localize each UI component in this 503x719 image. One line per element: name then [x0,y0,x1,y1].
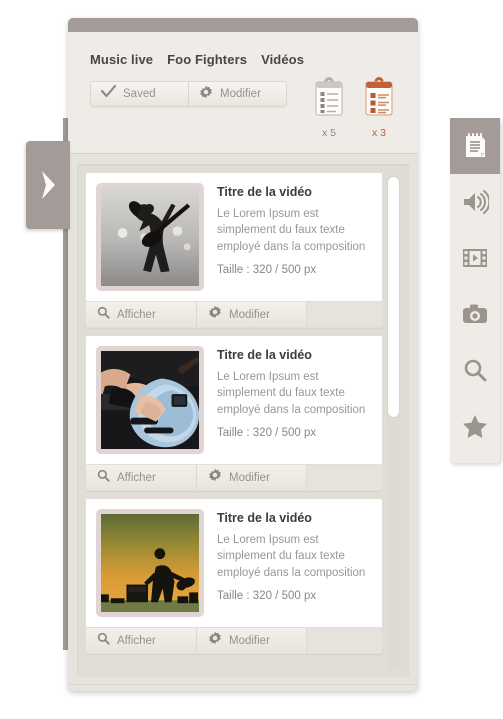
view-button[interactable]: Afficher [86,628,196,653]
chevron-right-icon [37,168,59,202]
video-thumbnail[interactable] [96,183,204,291]
list-item[interactable]: Titre de la vidéo Le Lorem Ipsum est sim… [85,172,383,328]
search-icon [97,632,110,650]
list-item[interactable]: Titre de la vidéo Le Lorem Ipsum est sim… [85,498,383,654]
video-meta: Titre de la vidéo Le Lorem Ipsum est sim… [217,346,372,454]
gear-icon [208,631,222,650]
actions-filler [306,302,382,327]
clipboard-list-icon [362,75,396,124]
rail-item-audio[interactable] [450,174,500,230]
clipboard-gray[interactable]: x 5 [312,75,346,139]
video-meta: Titre de la vidéo Le Lorem Ipsum est sim… [217,183,372,291]
breadcrumb-item-foo-fighters[interactable]: Foo Fighters [167,52,247,67]
clipboard-orange[interactable]: x 3 [362,75,396,139]
video-title: Titre de la vidéo [217,348,312,362]
rail-item-favorites[interactable] [450,398,500,454]
panel-header: Music live Foo Fighters Vidéos Saved Mod… [68,32,418,154]
saved-button[interactable]: Saved [91,82,188,106]
list-item-actions: Afficher Modifier [86,627,382,653]
header-toolbar: Saved Modifier [90,81,287,107]
actions-filler [306,628,382,653]
list-item[interactable]: Titre de la vidéo Le Lorem Ipsum est sim… [85,335,383,491]
sunset-silhouette-photo [101,514,199,612]
video-list: Titre de la vidéo Le Lorem Ipsum est sim… [77,164,409,677]
guitarist-bw-photo [101,188,199,286]
video-title: Titre de la vidéo [217,511,312,525]
rail-item-video[interactable] [450,230,500,286]
actions-filler [306,465,382,490]
breadcrumb: Music live Foo Fighters Vidéos [90,52,396,67]
video-description: Le Lorem Ipsum est simplement du faux te… [217,534,366,579]
video-size: Taille : 320 / 500 px [217,426,317,439]
camera-icon [461,302,489,326]
blue-guitar-photo [101,351,199,449]
edit-label: Modifier [229,471,270,484]
breadcrumb-item-videos[interactable]: Vidéos [261,52,304,67]
rail-item-search[interactable] [450,342,500,398]
search-icon [97,469,110,487]
pagination: << page 1 ... 2 3 4 5 6 ... page 15 >> [68,684,418,691]
video-description: Le Lorem Ipsum est simplement du faux te… [217,371,366,416]
panel-toggle-tab[interactable] [26,141,70,229]
media-panel: Music live Foo Fighters Vidéos Saved Mod… [68,18,418,691]
sidebar-rail [450,118,500,463]
video-size: Taille : 320 / 500 px [217,263,317,276]
rail-item-photo[interactable] [450,286,500,342]
header-modify-label: Modifier [220,88,261,100]
gear-icon [199,85,213,104]
clipboard-counters: x 5 x 3 [312,75,396,139]
view-label: Afficher [117,308,156,321]
video-title: Titre de la vidéo [217,185,312,199]
view-label: Afficher [117,471,156,484]
view-button[interactable]: Afficher [86,302,196,327]
view-button[interactable]: Afficher [86,465,196,490]
list-item-actions: Afficher Modifier [86,301,382,327]
window-titlebar [68,18,418,32]
video-thumbnail[interactable] [96,346,204,454]
scrollbar-thumb[interactable] [387,176,400,418]
rail-item-notepad[interactable] [450,118,500,174]
header-modify-button[interactable]: Modifier [188,82,286,106]
star-icon [461,413,489,439]
edit-button[interactable]: Modifier [196,628,306,653]
gear-icon [208,468,222,487]
speaker-icon [461,189,489,215]
clipboard-gray-count: x 5 [321,127,336,139]
search-icon [97,306,110,324]
list-item-actions: Afficher Modifier [86,464,382,490]
edit-label: Modifier [229,634,270,647]
video-description: Le Lorem Ipsum est simplement du faux te… [217,208,366,253]
video-size: Taille : 320 / 500 px [217,589,317,602]
edit-button[interactable]: Modifier [196,302,306,327]
saved-label: Saved [123,88,156,100]
gear-icon [208,305,222,324]
video-thumbnail[interactable] [96,509,204,617]
clipboard-list-icon [312,75,346,124]
notepad-icon [462,132,488,160]
app-root: Music live Foo Fighters Vidéos Saved Mod… [0,0,503,719]
edit-button[interactable]: Modifier [196,465,306,490]
edit-label: Modifier [229,308,270,321]
check-icon [100,84,117,103]
video-meta: Titre de la vidéo Le Lorem Ipsum est sim… [217,509,372,617]
view-label: Afficher [117,634,156,647]
search-icon [462,357,488,383]
breadcrumb-item-music-live[interactable]: Music live [90,52,153,67]
clipboard-orange-count: x 3 [371,127,386,139]
film-strip-icon [461,246,489,270]
